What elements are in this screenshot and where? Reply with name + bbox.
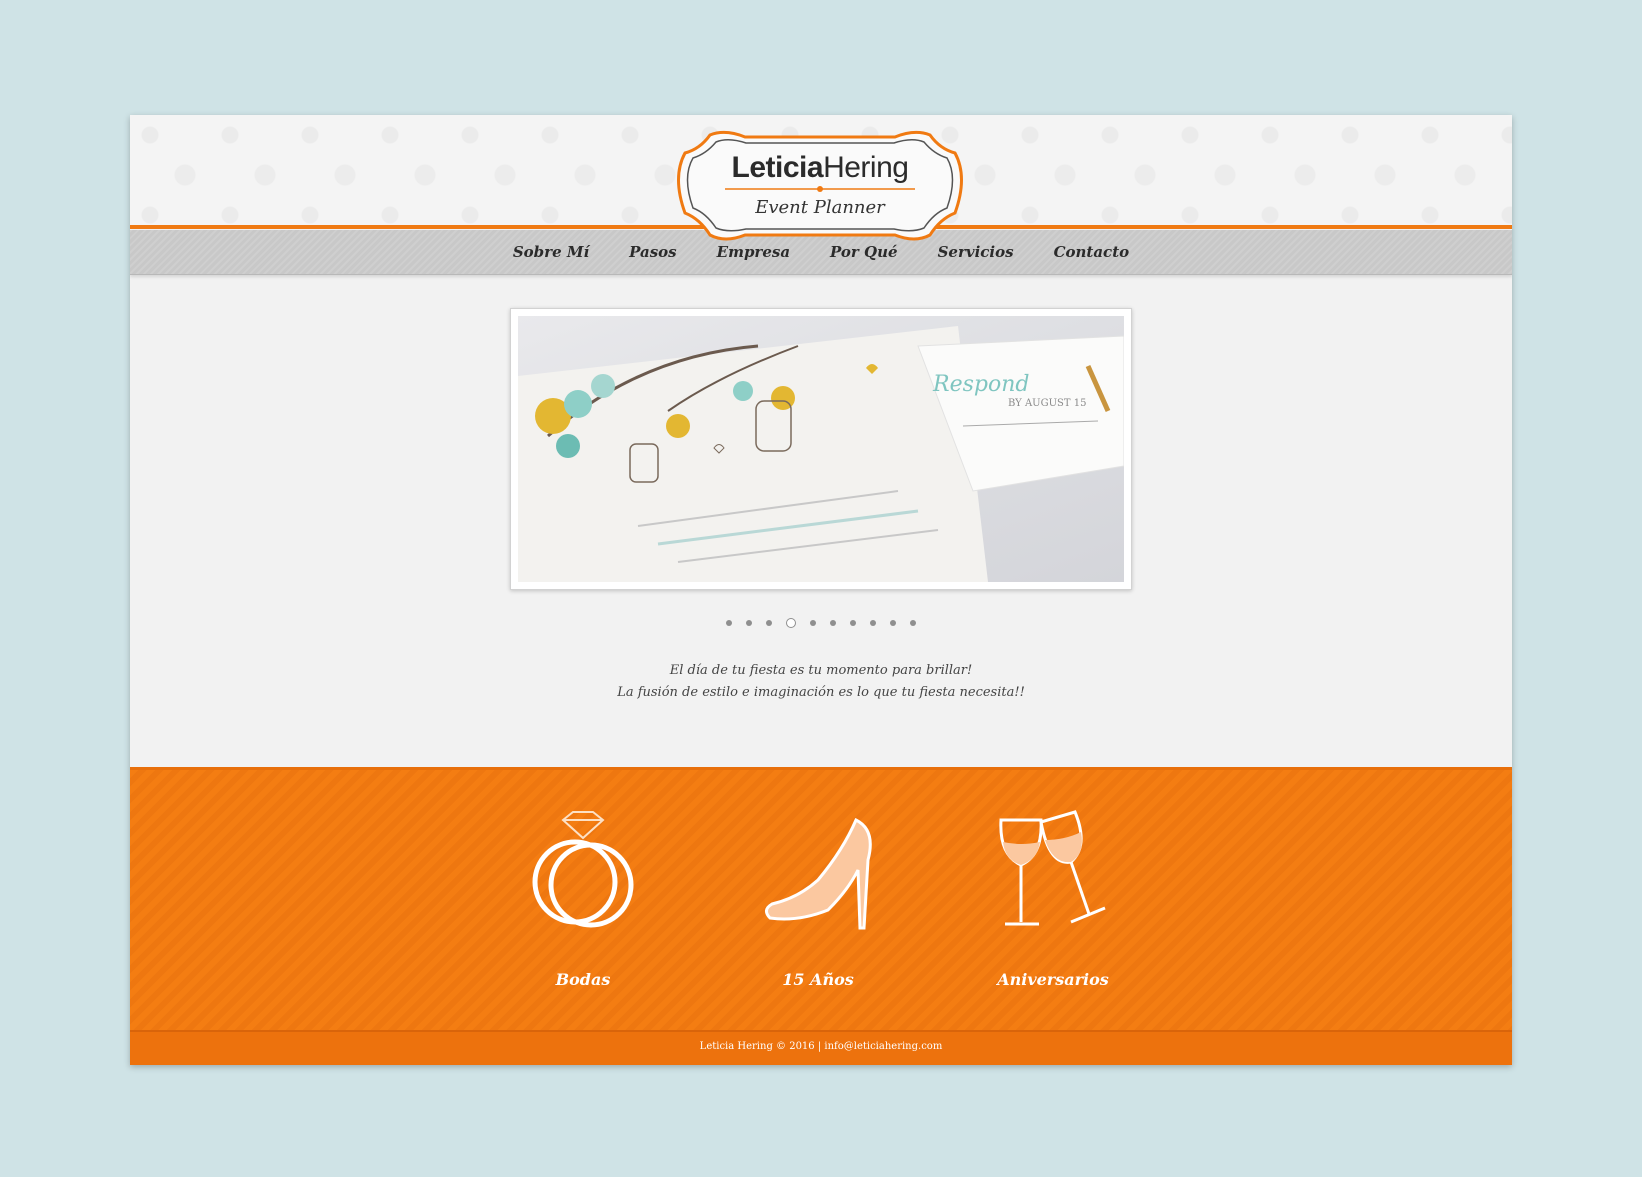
category-label: Aniversarios [997, 970, 1109, 989]
tagline-line-1: El día de tu fiesta es tu momento para b… [669, 663, 973, 678]
nav-item-empresa[interactable]: Empresa [715, 243, 792, 261]
high-heel-icon [765, 817, 872, 930]
category-label: 15 Años [782, 970, 854, 989]
nav-item-por-que[interactable]: Por Qué [828, 243, 900, 261]
brand-subtitle: Event Planner [755, 197, 885, 218]
logo-frame-icon [677, 130, 963, 241]
image-slider[interactable]: Respond BY AUGUST 15 [510, 308, 1132, 590]
slider-dot[interactable] [810, 620, 816, 626]
category-aniversarios[interactable]: Aniversarios [973, 810, 1133, 1000]
slider-dot[interactable] [850, 620, 856, 626]
slider-pagination [130, 618, 1512, 628]
copyright-text: Leticia Hering © 2016 | [699, 1041, 825, 1052]
tagline: El día de tu fiesta es tu momento para b… [130, 660, 1512, 704]
categories-section: Bodas 15 Años Aniversarios [130, 767, 1512, 1033]
category-bodas[interactable]: Bodas [503, 810, 663, 1000]
brand-logo[interactable]: LeticiaHering Event Planner [670, 127, 970, 245]
footer: Leticia Hering © 2016 | info@leticiaheri… [130, 1030, 1512, 1065]
slider-dot[interactable] [830, 620, 836, 626]
nav-item-sobre-mi[interactable]: Sobre Mí [511, 243, 591, 261]
category-label: Bodas [555, 970, 611, 989]
website-frame: Sobre Mí Pasos Empresa Por Qué Servicios… [130, 115, 1512, 1065]
slider-dot[interactable] [726, 620, 732, 626]
slider-dot[interactable] [746, 620, 752, 626]
slider-dot[interactable] [786, 618, 796, 628]
nav-item-servicios[interactable]: Servicios [936, 243, 1016, 261]
slider-dot[interactable] [870, 620, 876, 626]
category-15-anos[interactable]: 15 Años [738, 810, 898, 1000]
slider-dot[interactable] [766, 620, 772, 626]
slide-by-text: BY AUGUST 15 [1008, 398, 1086, 409]
slider-dot[interactable] [890, 620, 896, 626]
wine-glasses-icon [999, 810, 1106, 926]
footer-text: Leticia Hering © 2016 | info@leticiaheri… [130, 1041, 1512, 1052]
nav-item-pasos[interactable]: Pasos [627, 243, 679, 261]
slide-respond-text: Respond [932, 372, 1029, 397]
email-link[interactable]: info@leticiahering.com [824, 1041, 942, 1052]
slide-image: Respond BY AUGUST 15 [518, 316, 1124, 582]
wedding-rings-icon [532, 811, 634, 928]
slider-dot[interactable] [910, 620, 916, 626]
tagline-line-2: La fusión de estilo e imaginación es lo … [617, 685, 1025, 700]
brand-name: LeticiaHering [731, 151, 909, 184]
nav-item-contacto[interactable]: Contacto [1052, 243, 1132, 261]
